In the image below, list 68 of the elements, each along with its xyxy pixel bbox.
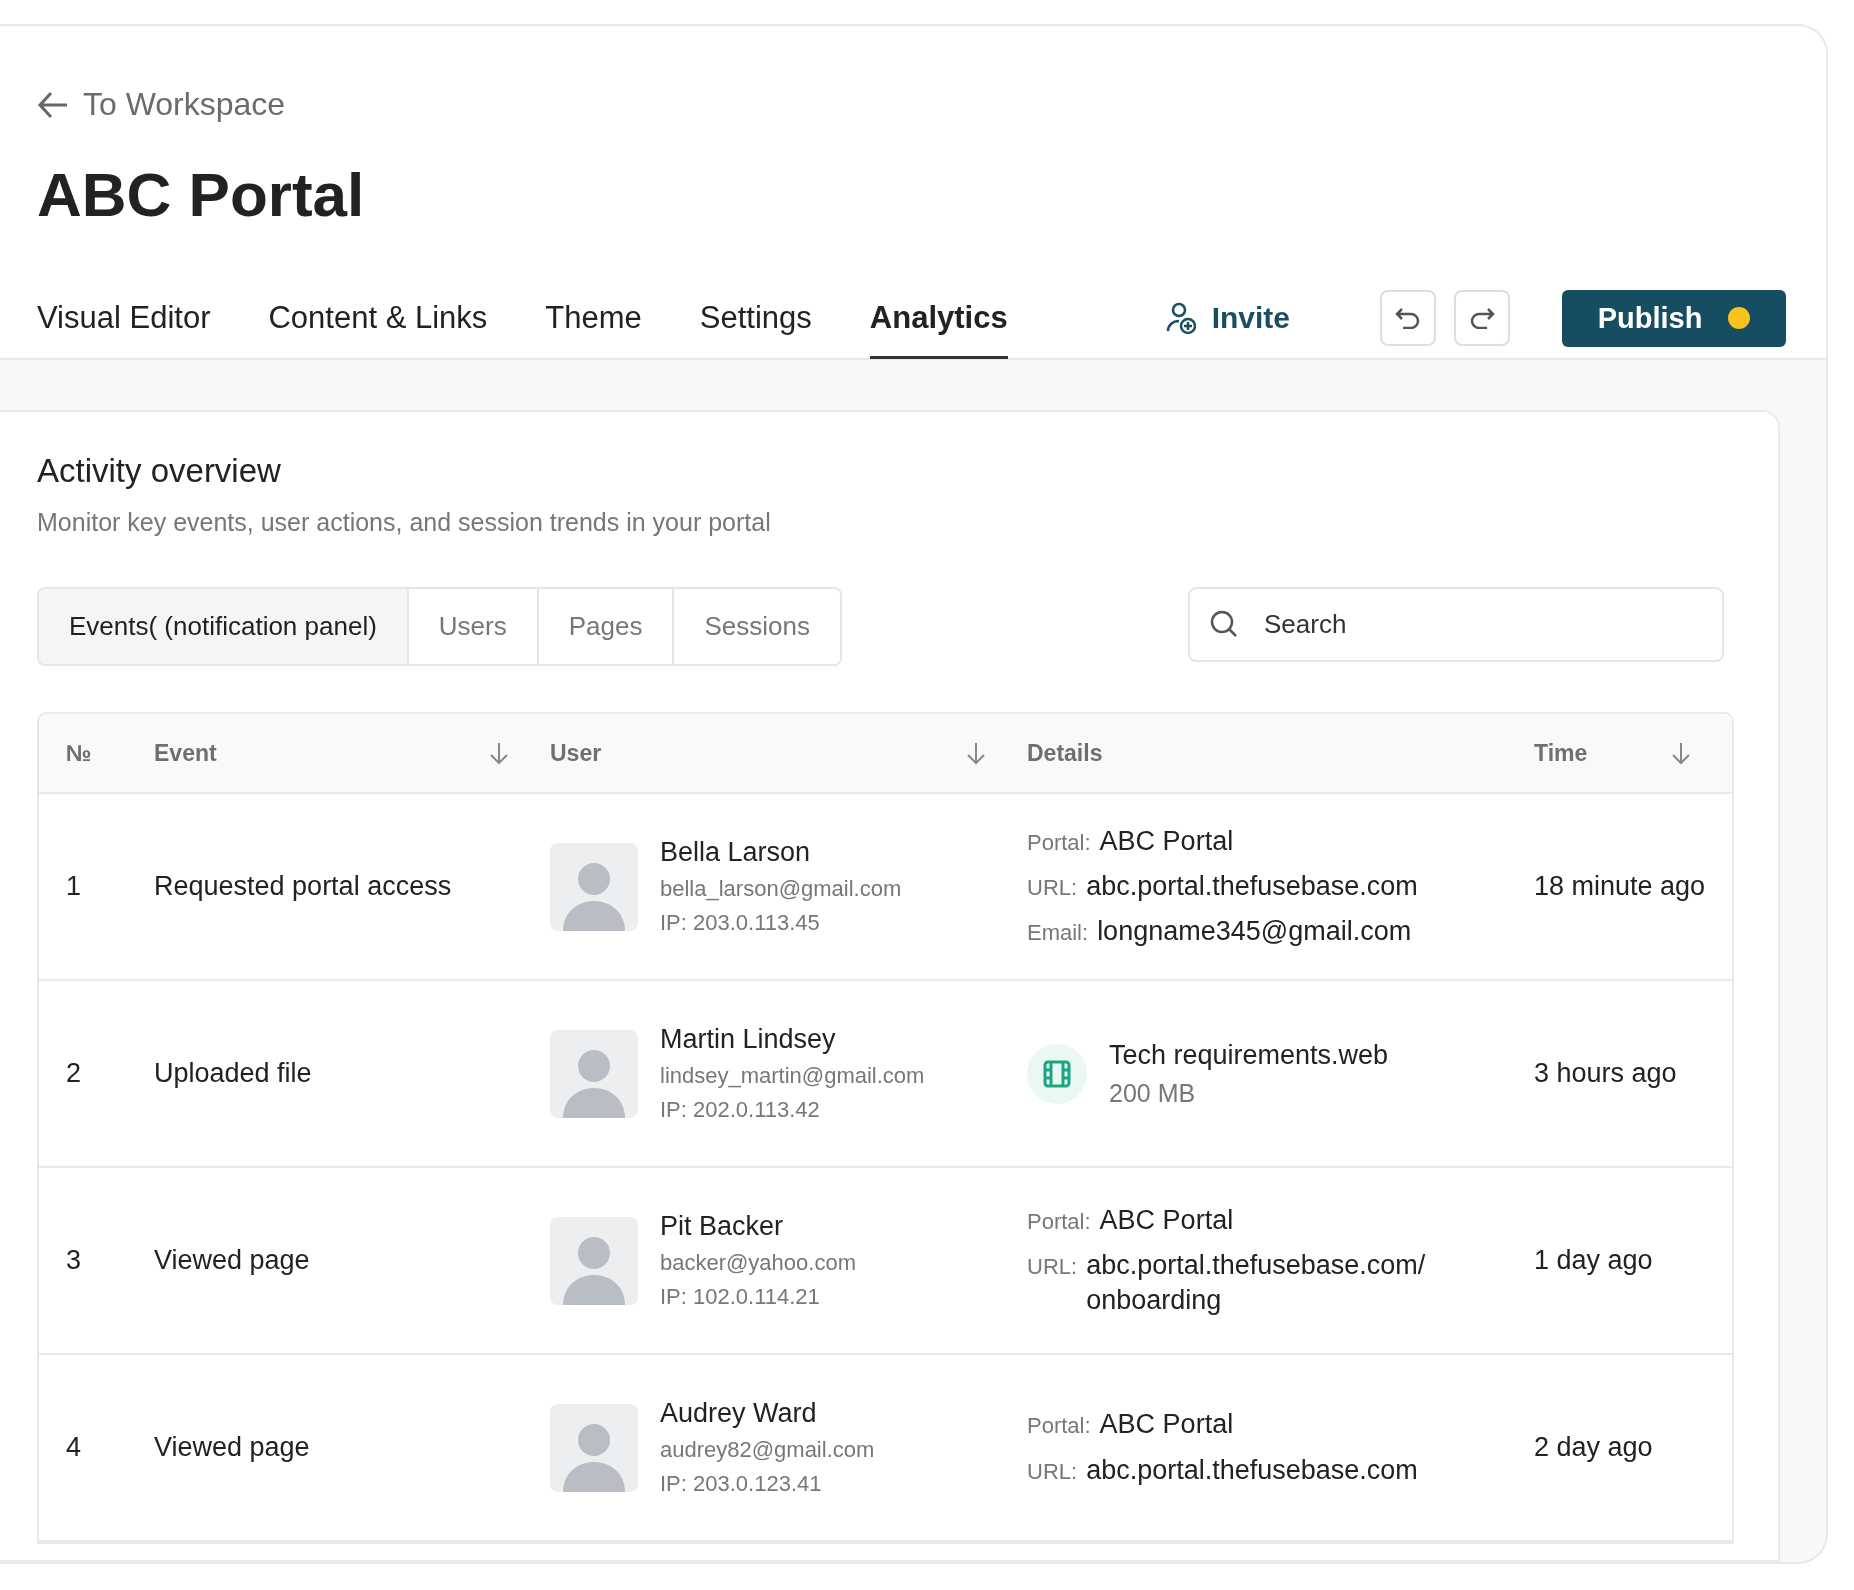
user-name: Bella Larson	[660, 837, 812, 868]
row-number: 3	[66, 1245, 82, 1276]
user-name: Pit Backer	[660, 1211, 785, 1242]
event-time: 3 hours ago	[1534, 1058, 1677, 1089]
detail-value: abc.portal.thefusebase.com	[1086, 1453, 1418, 1487]
redo-button[interactable]	[1454, 290, 1511, 346]
detail-value: ABC Portal	[1099, 824, 1234, 858]
file-size: 200 MB	[1109, 1078, 1197, 1108]
detail-label: Portal:	[1027, 1413, 1091, 1440]
column-header: Time	[1534, 739, 1588, 767]
tab[interactable]: Content & Links	[268, 279, 488, 359]
detail-label: URL:	[1027, 874, 1078, 901]
undo-icon	[1395, 307, 1422, 329]
detail-value: abc.portal.thefusebase.com/ onboarding	[1086, 1248, 1426, 1318]
detail-value: abc.portal.thefusebase.com	[1086, 869, 1418, 903]
row-number: 2	[66, 1058, 82, 1089]
redo-icon	[1469, 307, 1496, 329]
event-name: Viewed page	[154, 1432, 310, 1463]
event-time: 2 day ago	[1534, 1432, 1653, 1463]
column-header: №	[66, 739, 92, 767]
back-link[interactable]: To Workspace	[37, 86, 286, 123]
event-name: Viewed page	[154, 1245, 310, 1276]
detail-label: URL:	[1027, 1253, 1078, 1280]
filter-tab[interactable]: Events( (notification panel)	[39, 589, 407, 664]
file-name: Tech requirements.web	[1109, 1039, 1389, 1071]
tab[interactable]: Visual Editor	[37, 279, 211, 359]
row-number: 1	[66, 871, 82, 902]
user-ip: IP: 202.0.113.42	[660, 1097, 821, 1123]
event-time: 1 day ago	[1534, 1245, 1653, 1276]
detail-value: ABC Portal	[1099, 1203, 1234, 1237]
event-time: 18 minute ago	[1534, 871, 1706, 902]
column-header: User	[550, 739, 602, 767]
sort-arrow-icon[interactable]	[965, 741, 987, 765]
publish-button[interactable]: Publish	[1562, 289, 1787, 347]
section-title: Activity overview	[37, 452, 282, 490]
back-arrow-icon	[37, 90, 69, 119]
invite-button[interactable]: Invite	[1165, 301, 1291, 335]
user-email: audrey82@gmail.com	[660, 1437, 875, 1463]
tab[interactable]: Theme	[545, 279, 642, 359]
user-name: Audrey Ward	[660, 1398, 818, 1429]
user-ip: IP: 203.0.123.41	[660, 1471, 823, 1497]
user-email: bella_larson@gmail.com	[660, 876, 902, 902]
undo-button[interactable]	[1380, 290, 1437, 346]
user-ip: IP: 102.0.114.21	[660, 1284, 821, 1310]
detail-label: Portal:	[1027, 1208, 1091, 1235]
filter-tab[interactable]: Sessions	[672, 589, 840, 664]
user-name: Martin Lindsey	[660, 1024, 837, 1055]
user-email: backer@yahoo.com	[660, 1250, 856, 1276]
detail-label: Portal:	[1027, 829, 1091, 856]
detail-value: ABC Portal	[1099, 1408, 1234, 1442]
sort-arrow-icon[interactable]	[488, 741, 510, 765]
add-user-icon	[1165, 301, 1196, 335]
event-name: Uploaded file	[154, 1058, 312, 1089]
sort-arrow-icon[interactable]	[1670, 741, 1692, 765]
status-dot-icon	[1728, 307, 1751, 329]
row-number: 4	[66, 1432, 82, 1463]
event-name: Requested portal access	[154, 871, 452, 902]
detail-label: URL:	[1027, 1458, 1078, 1485]
detail-label: Email:	[1027, 920, 1089, 947]
column-header: Details	[1027, 739, 1103, 767]
section-subtitle: Monitor key events, user actions, and session trends in your portal	[37, 508, 772, 537]
search-field[interactable]: Search	[1188, 587, 1724, 662]
column-header: Event	[154, 739, 217, 767]
tab[interactable]: Settings	[699, 279, 812, 359]
page-title: ABC Portal	[37, 159, 366, 230]
user-email: lindsey_martin@gmail.com	[660, 1063, 925, 1089]
detail-value: longname345@gmail.com	[1097, 915, 1412, 949]
user-ip: IP: 203.0.113.45	[660, 910, 821, 936]
